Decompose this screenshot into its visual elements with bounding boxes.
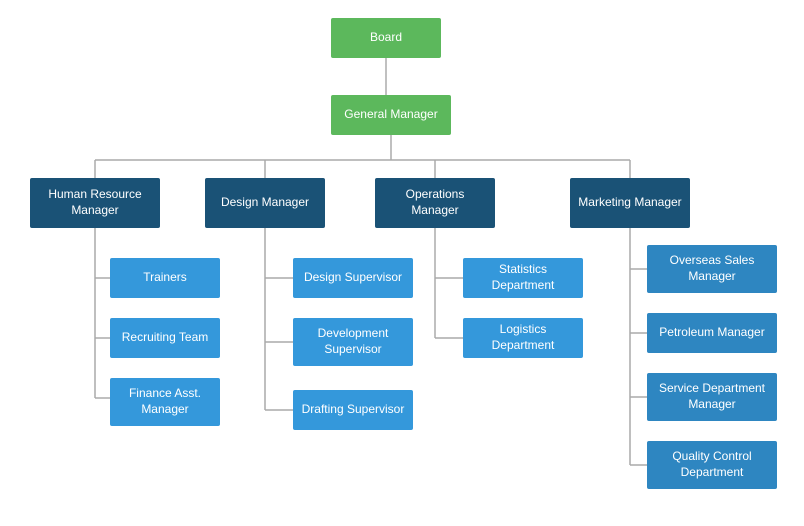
trainers-node: Trainers: [110, 258, 220, 298]
marketing-manager-node: Marketing Manager: [570, 178, 690, 228]
logistics-dept-node: Logistics Department: [463, 318, 583, 358]
design-supervisor-node: Design Supervisor: [293, 258, 413, 298]
drafting-supervisor-node: Drafting Supervisor: [293, 390, 413, 430]
design-manager-node: Design Manager: [205, 178, 325, 228]
operations-manager-node: Operations Manager: [375, 178, 495, 228]
board-node: Board: [331, 18, 441, 58]
org-chart: Board General Manager Human Resource Man…: [0, 0, 804, 526]
general-manager-node: General Manager: [331, 95, 451, 135]
service-dept-node: Service Department Manager: [647, 373, 777, 421]
finance-asst-node: Finance Asst. Manager: [110, 378, 220, 426]
petroleum-mgr-node: Petroleum Manager: [647, 313, 777, 353]
dev-supervisor-node: Development Supervisor: [293, 318, 413, 366]
hr-manager-node: Human Resource Manager: [30, 178, 160, 228]
quality-control-node: Quality Control Department: [647, 441, 777, 489]
statistics-dept-node: Statistics Department: [463, 258, 583, 298]
overseas-sales-node: Overseas Sales Manager: [647, 245, 777, 293]
recruiting-team-node: Recruiting Team: [110, 318, 220, 358]
